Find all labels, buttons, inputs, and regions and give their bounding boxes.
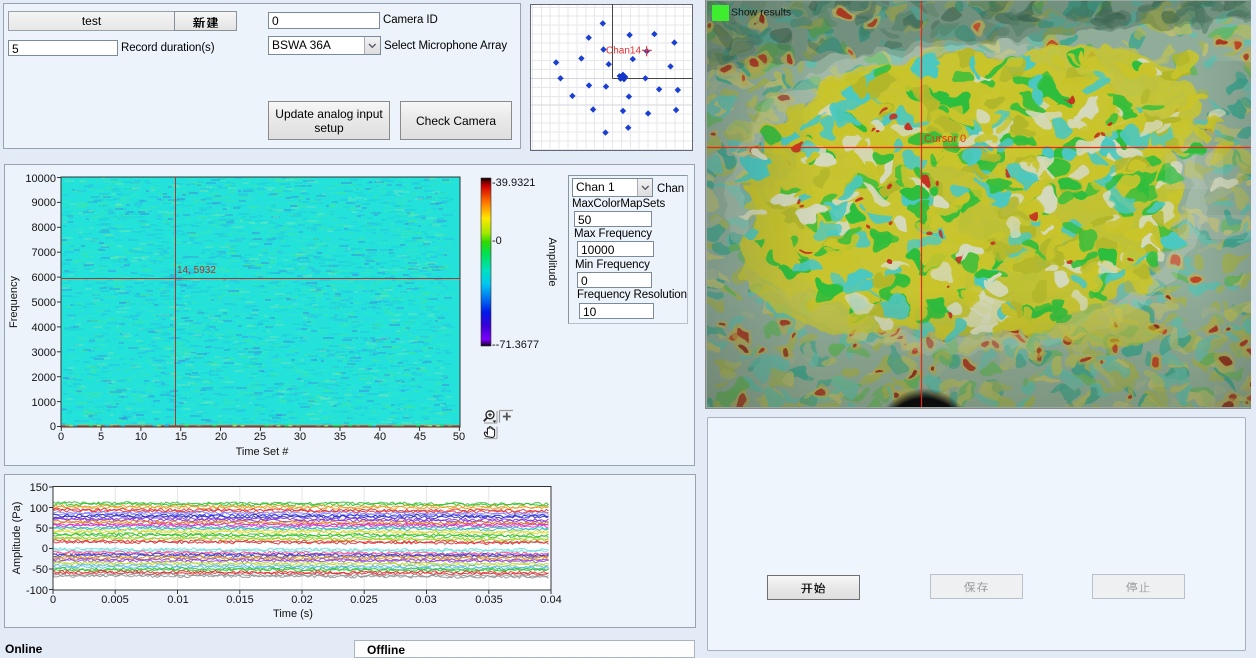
svg-text:0: 0 <box>42 543 48 555</box>
svg-text:Show results: Show results <box>731 7 791 19</box>
svg-text:3000: 3000 <box>32 347 56 359</box>
svg-text:150: 150 <box>30 482 48 494</box>
svg-text:0.015: 0.015 <box>226 594 254 606</box>
svg-text:8000: 8000 <box>32 222 56 234</box>
svg-text:30: 30 <box>294 431 306 443</box>
svg-text:6000: 6000 <box>32 272 56 284</box>
svg-text:0: 0 <box>50 594 56 606</box>
svg-text:40: 40 <box>374 431 386 443</box>
svg-text:4000: 4000 <box>32 322 56 334</box>
svg-text:Frequency: Frequency <box>8 276 20 328</box>
svg-text:-100: -100 <box>26 585 48 597</box>
svg-text:-50: -50 <box>32 564 48 576</box>
svg-text:0.005: 0.005 <box>101 594 129 606</box>
svg-text:10000: 10000 <box>25 173 56 185</box>
svg-text:0.035: 0.035 <box>475 594 503 606</box>
svg-text:0.04: 0.04 <box>540 594 561 606</box>
svg-text:0.03: 0.03 <box>415 594 436 606</box>
svg-text:25: 25 <box>254 431 266 443</box>
svg-text:5: 5 <box>98 431 104 443</box>
svg-text:-0: -0 <box>492 235 502 247</box>
svg-text:15: 15 <box>175 431 187 443</box>
svg-text:Cursor 0: Cursor 0 <box>924 133 966 145</box>
svg-text:14, 5932: 14, 5932 <box>177 265 216 276</box>
svg-text:0: 0 <box>58 431 64 443</box>
svg-text:--71.3677: --71.3677 <box>492 339 539 351</box>
svg-text:35: 35 <box>334 431 346 443</box>
svg-text:10: 10 <box>135 431 147 443</box>
svg-text:50: 50 <box>453 431 465 443</box>
svg-text:-39.9321: -39.9321 <box>492 177 535 189</box>
svg-text:45: 45 <box>414 431 426 443</box>
svg-text:9000: 9000 <box>32 197 56 209</box>
svg-text:0: 0 <box>50 421 56 433</box>
svg-text:0.02: 0.02 <box>291 594 312 606</box>
svg-text:Amplitude (Pa): Amplitude (Pa) <box>11 502 23 575</box>
svg-text:7000: 7000 <box>32 247 56 259</box>
svg-text:2000: 2000 <box>32 372 56 384</box>
svg-text:Time Set #: Time Set # <box>236 446 290 458</box>
svg-text:20: 20 <box>215 431 227 443</box>
svg-text:Amplitude: Amplitude <box>546 238 558 287</box>
svg-text:Time (s): Time (s) <box>273 608 313 620</box>
svg-text:50: 50 <box>36 523 48 535</box>
svg-text:5000: 5000 <box>32 297 56 309</box>
svg-text:1000: 1000 <box>32 397 56 409</box>
svg-text:100: 100 <box>30 503 48 515</box>
svg-text:0.025: 0.025 <box>350 594 378 606</box>
svg-text:0.01: 0.01 <box>167 594 188 606</box>
